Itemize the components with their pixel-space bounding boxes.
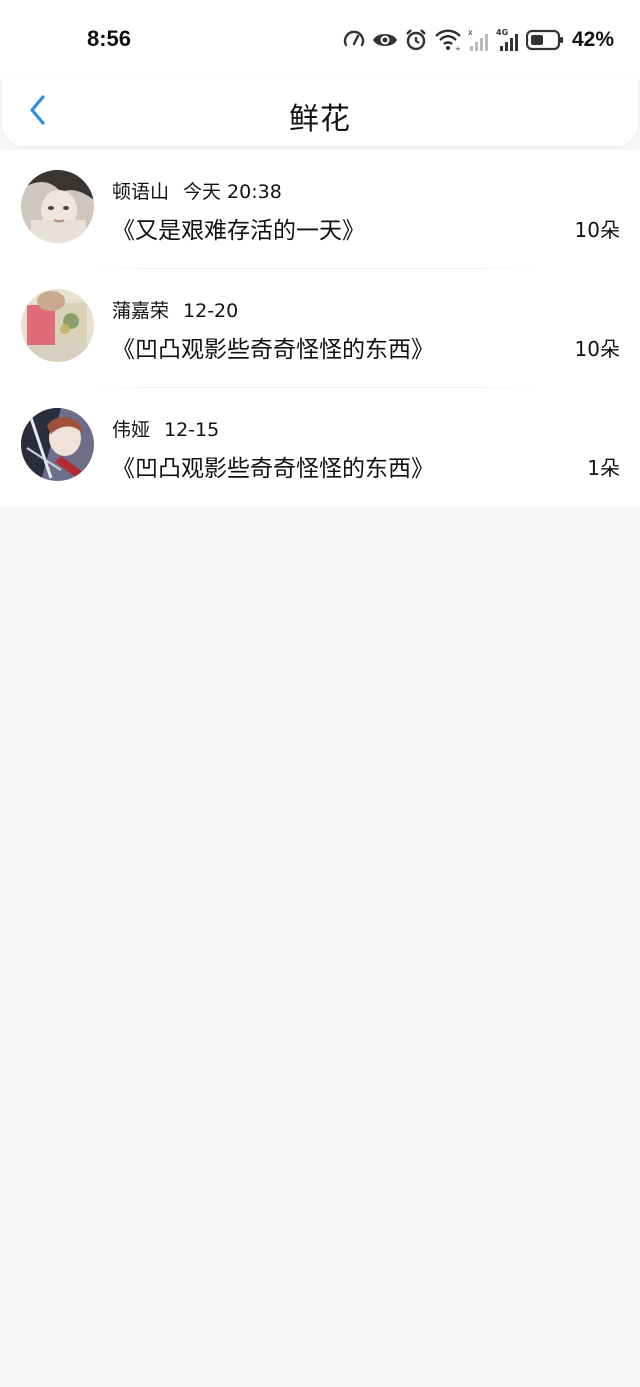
item-meta: 顿语山 今天 20:38 — [112, 177, 282, 204]
avatar[interactable] — [21, 408, 94, 481]
battery-percent: 42% — [571, 28, 614, 51]
network-4g-icon: 4G — [496, 28, 520, 52]
sender-name: 伟娅 — [112, 419, 151, 441]
list-item[interactable]: 顿语山 今天 20:38 《又是艰难存活的一天》 10朵 — [0, 150, 640, 269]
wifi-icon: + — [434, 28, 462, 52]
flower-count: 10朵 — [574, 337, 620, 361]
svg-text:+: + — [455, 45, 461, 52]
speed-icon — [342, 28, 366, 52]
sent-time: 12-20 — [183, 300, 239, 322]
header: 鲜花 — [2, 80, 638, 146]
sent-time: 今天 20:38 — [183, 181, 282, 203]
list-item[interactable]: 伟娅 12-15 《凹凸观影些奇奇怪怪的东西》 1朵 — [0, 388, 640, 507]
svg-text:4G: 4G — [496, 28, 508, 37]
sender-name: 蒲嘉荣 — [112, 300, 170, 322]
flower-list: 顿语山 今天 20:38 《又是艰难存活的一天》 10朵 蒲嘉荣 12-20 《凹凸… — [0, 150, 640, 507]
alarm-icon — [404, 28, 428, 52]
status-icons: + x 4G 42% — [342, 26, 614, 54]
signal-icon: x — [468, 28, 490, 52]
book-title: 《凹凸观影些奇奇怪怪的东西》 — [112, 337, 434, 363]
flower-count: 1朵 — [587, 456, 620, 480]
book-title: 《又是艰难存活的一天》 — [112, 218, 365, 244]
avatar[interactable] — [21, 170, 94, 243]
eye-icon — [372, 28, 398, 52]
page-title: 鲜花 — [289, 102, 351, 137]
svg-text:x: x — [468, 28, 473, 37]
book-title: 《凹凸观影些奇奇怪怪的东西》 — [112, 456, 434, 482]
status-bar: 8:56 + x 4G 42% — [0, 0, 640, 80]
item-meta: 蒲嘉荣 12-20 — [112, 296, 238, 323]
status-time: 8:56 — [87, 26, 132, 51]
battery-icon — [525, 28, 564, 52]
sender-name: 顿语山 — [112, 181, 170, 203]
item-meta: 伟娅 12-15 — [112, 415, 219, 442]
sent-time: 12-15 — [164, 419, 220, 441]
list-item[interactable]: 蒲嘉荣 12-20 《凹凸观影些奇奇怪怪的东西》 10朵 — [0, 269, 640, 388]
avatar[interactable] — [21, 289, 94, 362]
flower-count: 10朵 — [574, 218, 620, 242]
